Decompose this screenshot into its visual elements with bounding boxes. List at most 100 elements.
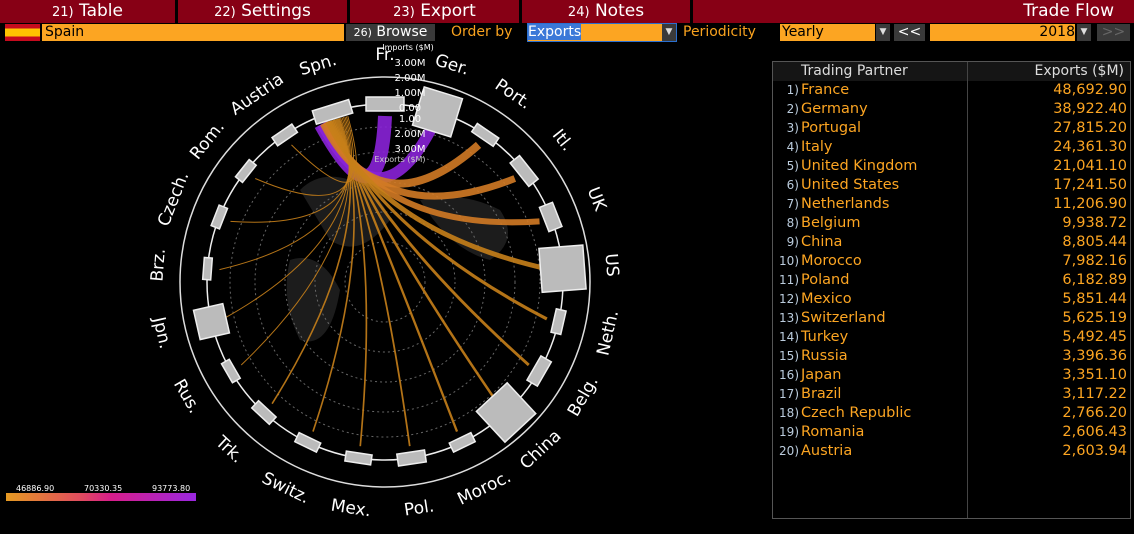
node-label: Port. bbox=[491, 75, 535, 114]
axis-tick-label: Exports ($M) bbox=[374, 155, 425, 164]
node-box bbox=[538, 201, 563, 233]
table-row[interactable]: 4) Italy 24,361.30 bbox=[773, 138, 1130, 157]
legend-gradient-bar bbox=[6, 493, 196, 501]
periodicity-select[interactable]: Yearly bbox=[780, 24, 875, 41]
grid-circle bbox=[344, 241, 426, 323]
axis-tick-label: 2.00M bbox=[395, 73, 426, 84]
row-number: 18) bbox=[779, 406, 799, 420]
export-value: 6,182.89 bbox=[1062, 272, 1127, 288]
country-name[interactable]: Brazil bbox=[801, 385, 841, 404]
row-number: 7) bbox=[786, 197, 799, 211]
node-label: Austria bbox=[227, 69, 288, 119]
table-row[interactable]: 9) China 8,805.44 bbox=[773, 233, 1130, 252]
country-name[interactable]: Italy bbox=[801, 138, 832, 157]
country-name[interactable]: Romania bbox=[801, 423, 864, 442]
row-number: 16) bbox=[779, 368, 799, 382]
axis-tick-label: 0.00 bbox=[399, 103, 421, 114]
node-box bbox=[475, 381, 537, 444]
node-box bbox=[525, 354, 553, 388]
header-exports[interactable]: Exports ($M) bbox=[1035, 62, 1124, 81]
node-box bbox=[344, 450, 373, 466]
table-row[interactable]: 19) Romania 2,606.43 bbox=[773, 423, 1130, 442]
chevron-down-icon[interactable]: ▼ bbox=[1077, 24, 1091, 41]
table-row[interactable]: 3) Portugal 27,815.20 bbox=[773, 119, 1130, 138]
node-label: Pol. bbox=[403, 496, 436, 520]
table-header: Trading Partner Exports ($M) bbox=[773, 62, 1130, 81]
next-period-button[interactable]: >> bbox=[1097, 24, 1130, 41]
export-value: 11,206.90 bbox=[1053, 196, 1127, 212]
table-row[interactable]: 6) United States 17,241.50 bbox=[773, 176, 1130, 195]
country-name[interactable]: United States bbox=[801, 176, 899, 195]
node-box bbox=[250, 399, 278, 426]
chevron-down-icon[interactable]: ▼ bbox=[876, 24, 890, 41]
table-row[interactable]: 1) France 48,692.90 bbox=[773, 81, 1130, 100]
node-box bbox=[234, 158, 258, 184]
row-number: 2) bbox=[786, 102, 799, 116]
row-number: 14) bbox=[779, 330, 799, 344]
export-value: 38,922.40 bbox=[1053, 101, 1127, 117]
table-row[interactable]: 13) Switzerland 5,625.19 bbox=[773, 309, 1130, 328]
table-row[interactable]: 15) Russia 3,396.36 bbox=[773, 347, 1130, 366]
node-label: Spn. bbox=[297, 50, 339, 80]
row-number: 13) bbox=[779, 311, 799, 325]
table-row[interactable]: 16) Japan 3,351.10 bbox=[773, 366, 1130, 385]
world-map-watermark bbox=[286, 176, 508, 342]
country-name[interactable]: Poland bbox=[801, 271, 849, 290]
country-name[interactable]: Czech Republic bbox=[801, 404, 911, 423]
country-name[interactable]: Russia bbox=[801, 347, 848, 366]
export-value: 17,241.50 bbox=[1053, 177, 1127, 193]
row-number: 9) bbox=[786, 235, 799, 249]
row-number: 10) bbox=[779, 254, 799, 268]
export-value: 5,625.19 bbox=[1062, 310, 1127, 326]
country-name[interactable]: Germany bbox=[801, 100, 868, 119]
table-row[interactable]: 11) Poland 6,182.89 bbox=[773, 271, 1130, 290]
node-label: Czech. bbox=[154, 169, 193, 229]
table-row[interactable]: 7) Netherlands 11,206.90 bbox=[773, 195, 1130, 214]
row-number: 12) bbox=[779, 292, 799, 306]
table-row[interactable]: 14) Turkey 5,492.45 bbox=[773, 328, 1130, 347]
country-name[interactable]: China bbox=[801, 233, 842, 252]
axis-tick-label: 1.00M bbox=[395, 88, 426, 99]
country-name[interactable]: Austria bbox=[801, 442, 852, 461]
country-name[interactable]: Netherlands bbox=[801, 195, 889, 214]
country-name[interactable]: Mexico bbox=[801, 290, 852, 309]
row-number: 15) bbox=[779, 349, 799, 363]
export-value: 3,117.22 bbox=[1062, 386, 1127, 402]
axis-tick-label: Imports ($M) bbox=[382, 43, 434, 52]
row-number: 11) bbox=[779, 273, 799, 287]
country-name[interactable]: Switzerland bbox=[801, 309, 886, 328]
row-number: 19) bbox=[779, 425, 799, 439]
node-box bbox=[201, 256, 214, 281]
country-name[interactable]: Turkey bbox=[801, 328, 848, 347]
prev-period-button[interactable]: << bbox=[894, 24, 925, 41]
country-name[interactable]: Morocco bbox=[801, 252, 862, 271]
country-name[interactable]: Belgium bbox=[801, 214, 860, 233]
export-value: 2,606.43 bbox=[1062, 424, 1127, 440]
table-row[interactable]: 8) Belgium 9,938.72 bbox=[773, 214, 1130, 233]
legend-min: 46886.90 bbox=[16, 484, 55, 493]
table-row[interactable]: 2) Germany 38,922.40 bbox=[773, 100, 1130, 119]
header-trading-partner[interactable]: Trading Partner bbox=[801, 62, 908, 81]
export-value: 48,692.90 bbox=[1053, 82, 1127, 98]
table-row[interactable]: 12) Mexico 5,851.44 bbox=[773, 290, 1130, 309]
table-row[interactable]: 10) Morocco 7,982.16 bbox=[773, 252, 1130, 271]
table-row[interactable]: 5) United Kingdom 21,041.10 bbox=[773, 157, 1130, 176]
row-number: 4) bbox=[786, 140, 799, 154]
node-box bbox=[448, 431, 477, 454]
country-name[interactable]: Japan bbox=[801, 366, 841, 385]
row-number: 6) bbox=[786, 178, 799, 192]
node-label: Brz. bbox=[147, 248, 169, 282]
export-value: 5,851.44 bbox=[1062, 291, 1127, 307]
legend-max: 93773.80 bbox=[152, 484, 191, 493]
export-value: 21,041.10 bbox=[1053, 158, 1127, 174]
trade-flow-chord-diagram: Fr. Ger.Port.Itl.UKUSNeth.Belg.ChinaMoroc… bbox=[147, 43, 623, 521]
table-row[interactable]: 20) Austria 2,603.94 bbox=[773, 442, 1130, 461]
row-number: 1) bbox=[786, 83, 799, 97]
export-value: 24,361.30 bbox=[1053, 139, 1127, 155]
country-name[interactable]: France bbox=[801, 81, 849, 100]
country-name[interactable]: Portugal bbox=[801, 119, 861, 138]
country-name[interactable]: United Kingdom bbox=[801, 157, 917, 176]
table-row[interactable]: 18) Czech Republic 2,766.20 bbox=[773, 404, 1130, 423]
table-row[interactable]: 17) Brazil 3,117.22 bbox=[773, 385, 1130, 404]
year-select[interactable]: 2018 bbox=[930, 24, 1075, 41]
